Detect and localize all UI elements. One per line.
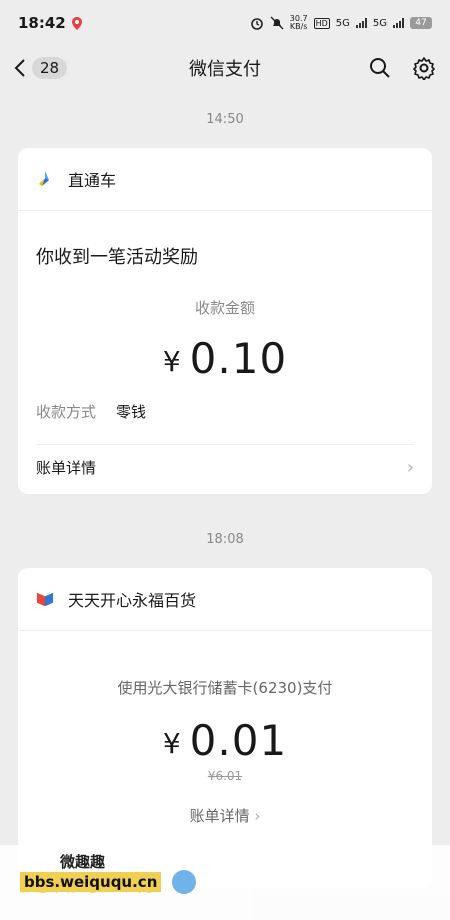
signal-icon-2 [393,18,404,28]
network-speed: 30.7 KB/s [289,14,308,31]
signal-icon [355,18,367,28]
amount-value: 0.10 [189,334,288,383]
amount-value: 0.01 [189,716,288,765]
amount: ¥0.01 [36,716,414,765]
network-type-2: 5G [372,17,387,29]
amount: ¥0.10 [36,334,414,383]
method-key: 收款方式 [36,403,97,421]
payment-method-row: 收款方式 零钱 [36,401,414,422]
amount-label: 收款金额 [194,299,255,317]
bill-details-link[interactable]: 账单详情 › [36,444,414,489]
network-type-1: 5G [335,17,350,29]
status-right: 30.7 KB/s HD 5G 5G 47 [250,15,432,31]
payment-message-card[interactable]: 直通车 你收到一笔活动奖励 收款金额 ¥0.10 收款方式 零钱 账单详情 › [18,148,432,494]
unread-count-badge: 28 [32,57,68,79]
search-icon[interactable] [368,56,392,80]
merchant-logo-icon [39,171,49,186]
merchant-logo-icon [36,592,54,607]
card-header: 直通车 [18,148,432,211]
method-value: 零钱 [116,403,147,421]
chevron-right-icon: › [254,807,261,825]
nav-bar: 28 微信支付 [0,46,450,90]
card-header: 天天开心永福百货 [18,568,432,631]
bill-details-link[interactable]: 账单详情 › [36,805,414,826]
back-button[interactable]: 28 [14,57,68,79]
mute-bell-icon [270,16,284,30]
merchant-name: 直通车 [68,171,117,190]
chevron-left-icon [14,59,25,77]
nav-actions [368,56,436,80]
currency-symbol: ¥ [162,727,182,760]
bill-details-label: 账单详情 [36,458,97,477]
status-bar: 18:42 30.7 KB/s HD 5G 5G 47 [0,0,450,46]
payment-method: 使用光大银行储蓄卡(6230)支付 [117,679,333,697]
chevron-right-icon: › [406,456,414,478]
clock: 18:42 [18,14,66,32]
message-headline: 你收到一笔活动奖励 [36,247,198,268]
bill-details-label: 账单详情 [189,807,250,825]
gear-icon[interactable] [412,56,436,80]
watermark-url: bbs.weiququ.cn [20,872,162,892]
currency-symbol: ¥ [162,345,182,378]
merchant-name: 天天开心永福百货 [68,591,197,610]
watermark-avatar [170,868,198,896]
battery-indicator: 47 [410,17,432,29]
message-time: 18:08 [206,532,244,547]
status-left: 18:42 [18,14,82,32]
payment-message-card[interactable]: 天天开心永福百货 使用光大银行储蓄卡(6230)支付 ¥0.01 ¥6.01 账… [18,568,432,888]
original-amount: ¥6.01 [207,769,243,783]
alarm-icon [250,18,263,30]
location-icon [71,16,82,30]
hd-indicator: HD [313,17,330,29]
message-time: 14:50 [206,112,244,127]
